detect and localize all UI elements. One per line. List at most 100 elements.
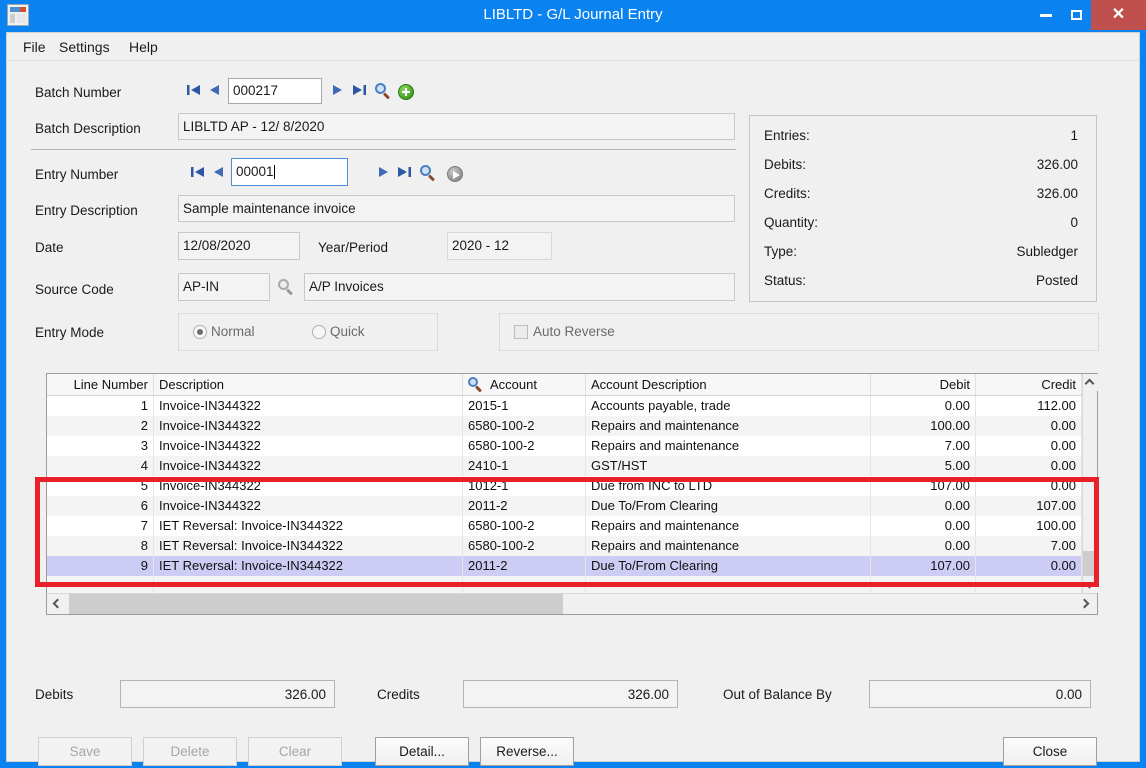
scroll-up-icon[interactable] xyxy=(1083,374,1098,391)
grid-col-account-description[interactable]: Account Description xyxy=(586,374,871,395)
summary-value-debits: 326.00 xyxy=(1036,157,1078,172)
close-window-button[interactable]: ✕ xyxy=(1091,0,1146,30)
text-caret xyxy=(273,165,275,179)
cell-credit: 100.00 xyxy=(976,516,1082,536)
cell-debit: 7.00 xyxy=(871,436,976,456)
cell-credit: 0.00 xyxy=(976,456,1082,476)
date-input[interactable]: 12/08/2020 xyxy=(178,232,300,260)
table-row[interactable]: 2 Invoice-IN344322 6580-100-2 Repairs an… xyxy=(47,416,1082,436)
table-row[interactable]: 4 Invoice-IN344322 2410-1 GST/HST 5.00 0… xyxy=(47,456,1082,476)
cell-credit: 0.00 xyxy=(976,556,1082,576)
cell-description: Invoice-IN344322 xyxy=(154,456,463,476)
cell-account-description: Repairs and maintenance xyxy=(586,516,871,536)
vertical-scroll-thumb[interactable] xyxy=(1083,551,1098,576)
entry-prev-icon[interactable] xyxy=(213,165,224,179)
grid-col-line-number[interactable]: Line Number xyxy=(47,374,154,395)
close-icon: ✕ xyxy=(1111,6,1126,23)
cell-credit: 107.00 xyxy=(976,496,1082,516)
menu-bar: File Settings Help xyxy=(7,33,1139,61)
grid-col-description[interactable]: Description xyxy=(154,374,463,395)
batch-next-icon[interactable] xyxy=(332,83,343,97)
table-row-empty[interactable] xyxy=(47,576,1082,593)
source-code-input[interactable]: AP-IN xyxy=(178,273,270,301)
summary-label-quantity: Quantity: xyxy=(764,215,819,230)
batch-prev-icon[interactable] xyxy=(209,83,220,97)
entry-last-icon[interactable] xyxy=(397,165,412,179)
table-row[interactable]: 6 Invoice-IN344322 2011-2 Due To/From Cl… xyxy=(47,496,1082,516)
scroll-down-icon[interactable] xyxy=(1083,576,1098,593)
auto-reverse-checkbox[interactable] xyxy=(514,325,528,339)
cell-line-number: 3 xyxy=(47,436,154,456)
horizontal-scroll-thumb[interactable] xyxy=(69,594,563,614)
table-row[interactable]: 8 IET Reversal: Invoice-IN344322 6580-10… xyxy=(47,536,1082,556)
table-row[interactable]: 5 Invoice-IN344322 1012-1 Due from INC t… xyxy=(47,476,1082,496)
summary-label-type: Type: xyxy=(764,244,798,259)
entry-first-icon[interactable] xyxy=(190,165,205,179)
menu-item-settings[interactable]: Settings xyxy=(52,33,117,61)
batch-description-label: Batch Description xyxy=(35,121,141,136)
summary-label-status: Status: xyxy=(764,273,807,288)
batch-first-icon[interactable] xyxy=(186,83,201,97)
clear-button[interactable]: Clear xyxy=(248,737,342,766)
grid-header-row: Line Number Description Account Account … xyxy=(47,374,1097,396)
cell-account: 2011-2 xyxy=(463,556,586,576)
summary-value-entries: 1 xyxy=(1070,128,1078,143)
cell-account-description: GST/HST xyxy=(586,456,871,476)
entry-go-button[interactable] xyxy=(447,166,463,182)
grid-col-debit[interactable]: Debit xyxy=(871,374,976,395)
batch-number-input[interactable]: 000217 xyxy=(228,78,322,104)
minimize-button[interactable] xyxy=(1031,0,1061,30)
menu-item-help[interactable]: Help xyxy=(122,33,165,61)
cell-account-description: Repairs and maintenance xyxy=(586,536,871,556)
cell-account: 2410-1 xyxy=(463,456,586,476)
cell-account: 2015-1 xyxy=(463,396,586,416)
delete-button[interactable]: Delete xyxy=(143,737,237,766)
cell-description: IET Reversal: Invoice-IN344322 xyxy=(154,516,463,536)
reverse-button[interactable]: Reverse... xyxy=(480,737,574,766)
close-button[interactable]: Close xyxy=(1003,737,1097,766)
source-code-description: A/P Invoices xyxy=(304,273,735,301)
cell-description: IET Reversal: Invoice-IN344322 xyxy=(154,556,463,576)
maximize-button[interactable] xyxy=(1061,0,1091,30)
radio-normal[interactable] xyxy=(193,325,207,339)
cell-account-description: Accounts payable, trade xyxy=(586,396,871,416)
table-row[interactable]: 3 Invoice-IN344322 6580-100-2 Repairs an… xyxy=(47,436,1082,456)
entry-description-input[interactable]: Sample maintenance invoice xyxy=(178,195,735,222)
cell-line-number: 6 xyxy=(47,496,154,516)
cell-debit: 0.00 xyxy=(871,516,976,536)
source-code-label: Source Code xyxy=(35,282,114,297)
table-row-selected[interactable]: 9 IET Reversal: Invoice-IN344322 2011-2 … xyxy=(47,556,1082,576)
scroll-right-icon[interactable] xyxy=(1075,594,1097,614)
grid-col-credit[interactable]: Credit xyxy=(976,374,1082,395)
save-button[interactable]: Save xyxy=(38,737,132,766)
source-code-finder-icon[interactable] xyxy=(278,279,295,296)
detail-button[interactable]: Detail... xyxy=(375,737,469,766)
radio-quick[interactable] xyxy=(312,325,326,339)
batch-new-button[interactable] xyxy=(398,84,414,100)
grid-vertical-scrollbar[interactable] xyxy=(1082,374,1098,593)
batch-summary-panel: Entries: 1 Debits: 326.00 Credits: 326.0… xyxy=(749,115,1097,302)
auto-reverse-group: Auto Reverse xyxy=(499,313,1099,351)
cell-credit: 0.00 xyxy=(976,476,1082,496)
out-of-balance-label: Out of Balance By xyxy=(723,687,832,702)
menu-item-file[interactable]: File xyxy=(16,33,53,61)
batch-finder-icon[interactable] xyxy=(375,83,392,100)
entry-number-label: Entry Number xyxy=(35,167,119,182)
table-row[interactable]: 7 IET Reversal: Invoice-IN344322 6580-10… xyxy=(47,516,1082,536)
batch-description-input[interactable]: LIBLTD AP - 12/ 8/2020 xyxy=(178,113,735,140)
cell-debit: 100.00 xyxy=(871,416,976,436)
table-row[interactable]: 1 Invoice-IN344322 2015-1 Accounts payab… xyxy=(47,396,1082,416)
account-finder-icon[interactable] xyxy=(468,377,483,393)
scroll-left-icon[interactable] xyxy=(47,594,69,614)
cell-account-description: Due from INC to LTD xyxy=(586,476,871,496)
entry-finder-icon[interactable] xyxy=(420,165,437,182)
cell-credit: 0.00 xyxy=(976,436,1082,456)
batch-last-icon[interactable] xyxy=(352,83,367,97)
grid-horizontal-scrollbar[interactable] xyxy=(47,593,1097,614)
journal-detail-grid[interactable]: Line Number Description Account Account … xyxy=(46,373,1098,615)
cell-account-description: Repairs and maintenance xyxy=(586,436,871,456)
cell-account: 6580-100-2 xyxy=(463,416,586,436)
entry-next-icon[interactable] xyxy=(378,165,389,179)
out-of-balance-value: 0.00 xyxy=(869,680,1091,708)
entry-number-input[interactable]: 00001 xyxy=(231,158,348,186)
